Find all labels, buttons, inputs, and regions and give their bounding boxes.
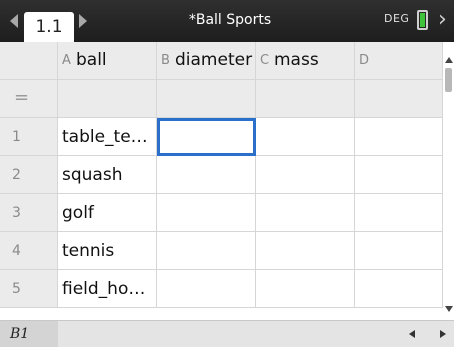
scroll-thumb[interactable] [445,68,452,92]
row-number[interactable]: 4 [0,232,58,270]
cell-d3[interactable] [355,194,443,232]
formula-cell-c[interactable] [256,80,355,118]
next-page-arrow-icon[interactable] [79,14,87,28]
cell-a4[interactable]: tennis [58,232,157,270]
table-row: 1 table_te… [0,118,443,156]
title-bar: 1.1 *Ball Sports DEG › [0,0,454,42]
formula-cell-d[interactable] [355,80,443,118]
cell-c3[interactable] [256,194,355,232]
column-name: ball [76,50,107,70]
column-header-a[interactable]: A ball [58,42,157,80]
formula-row: = [0,80,443,118]
spreadsheet-grid: A ball B diameter C mass D = 1 table_te…… [0,42,443,320]
row-number[interactable]: 1 [0,118,58,156]
battery-icon [417,10,428,30]
cell-a1[interactable]: table_te… [58,118,157,156]
scroll-right-arrow-icon[interactable] [440,330,446,338]
formula-cell-a[interactable] [58,80,157,118]
scroll-up-arrow-icon[interactable] [445,57,453,63]
column-letter: B [161,53,170,68]
cell-a5[interactable]: field_ho… [58,270,157,308]
row-number[interactable]: 3 [0,194,58,232]
cell-b5[interactable] [157,270,256,308]
column-name: mass [274,50,319,70]
column-header-b[interactable]: B diameter [157,42,256,80]
table-row: 4 tennis [0,232,443,270]
column-header-d[interactable]: D [355,42,443,80]
cell-d1[interactable] [355,118,443,156]
status-bar: B1 [0,320,454,347]
column-header-c[interactable]: C mass [256,42,355,80]
cell-a3[interactable]: golf [58,194,157,232]
column-letter: A [62,53,71,68]
cell-d5[interactable] [355,270,443,308]
table-row: 2 squash [0,156,443,194]
cell-c2[interactable] [256,156,355,194]
cell-d4[interactable] [355,232,443,270]
page-tab-label: 1.1 [35,17,63,37]
row-number[interactable]: 5 [0,270,58,308]
column-letter: C [260,53,270,68]
cell-a2[interactable]: squash [58,156,157,194]
cell-b2[interactable] [157,156,256,194]
cell-c1[interactable] [256,118,355,156]
scroll-down-arrow-icon[interactable] [445,306,453,312]
vertical-scrollbar[interactable] [443,42,454,320]
angle-mode-indicator: DEG [384,12,410,25]
column-name: diameter [175,50,253,70]
column-letter: D [359,53,370,68]
cell-c4[interactable] [256,232,355,270]
cell-d2[interactable] [355,156,443,194]
cell-reference: B1 [0,321,58,347]
scroll-left-arrow-icon[interactable] [409,330,415,338]
corner-cell[interactable] [0,42,58,80]
cell-b4[interactable] [157,232,256,270]
cell-c5[interactable] [256,270,355,308]
prev-page-arrow-icon[interactable] [10,14,18,28]
column-header-row: A ball B diameter C mass D [0,42,443,80]
cell-b3[interactable] [157,194,256,232]
page-tab[interactable]: 1.1 [24,12,74,42]
close-chevron-icon[interactable]: › [438,6,447,34]
table-row: 3 golf [0,194,443,232]
formula-row-label: = [0,80,58,118]
row-number[interactable]: 2 [0,156,58,194]
cell-b1-selected[interactable] [157,118,256,156]
formula-cell-b[interactable] [157,80,256,118]
table-row: 5 field_ho… [0,270,443,308]
document-title: *Ball Sports [188,12,272,28]
